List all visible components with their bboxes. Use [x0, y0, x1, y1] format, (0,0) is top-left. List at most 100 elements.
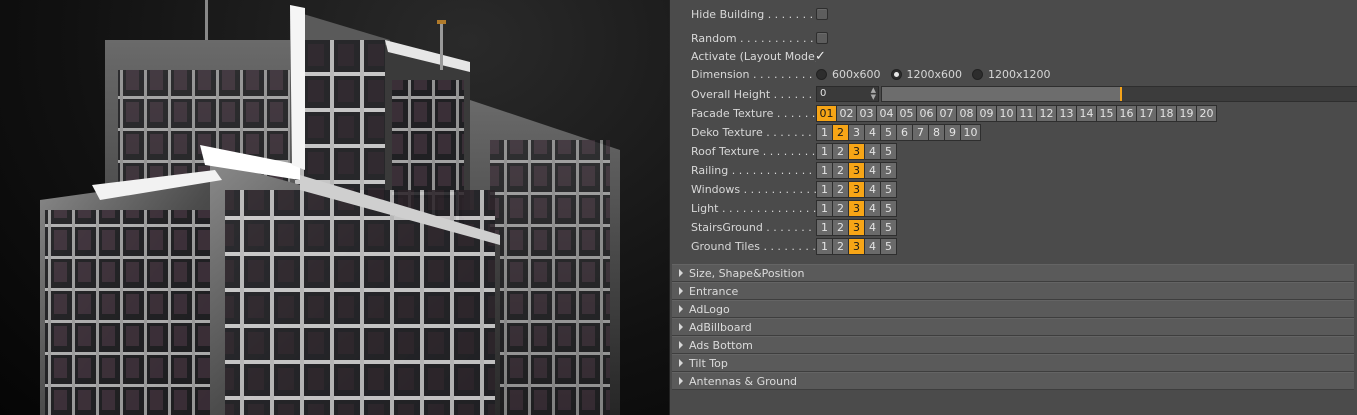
stairs-ground-option-button[interactable]: 5 — [881, 219, 896, 235]
light-option-button[interactable]: 4 — [865, 200, 880, 216]
dimension-radio-group: 600x600 1200x600 1200x1200 — [816, 68, 1061, 81]
windows-option-button[interactable]: 3 — [849, 181, 864, 197]
deko-texture-option-button[interactable]: 2 — [833, 124, 848, 140]
deko-texture-option-button[interactable]: 1 — [817, 124, 832, 140]
facade-texture-option-button[interactable]: 03 — [857, 105, 876, 121]
stairs-ground-option-button[interactable]: 1 — [817, 219, 832, 235]
facade-texture-option-button[interactable]: 13 — [1057, 105, 1076, 121]
facade-texture-option-button[interactable]: 08 — [957, 105, 976, 121]
light-option-button[interactable]: 3 — [849, 200, 864, 216]
deko-texture-option-button[interactable]: 3 — [849, 124, 864, 140]
section-tilt-top[interactable]: Tilt Top — [672, 354, 1354, 372]
railing-option-button[interactable]: 1 — [817, 162, 832, 178]
deko-texture-option-button[interactable]: 4 — [865, 124, 880, 140]
roof-texture-option-button[interactable]: 5 — [881, 143, 896, 159]
section-adlogo[interactable]: AdLogo — [672, 300, 1354, 318]
facade-texture-option-button[interactable]: 16 — [1117, 105, 1136, 121]
section-title: Antennas & Ground — [689, 374, 798, 388]
roof-texture-option-button[interactable]: 3 — [849, 143, 864, 159]
facade-texture-option-button[interactable]: 01 — [817, 105, 836, 121]
activate-layout-checkbox[interactable]: ✓ — [815, 49, 826, 64]
section-antennas-ground[interactable]: Antennas & Ground — [672, 372, 1354, 390]
facade-texture-option-button[interactable]: 12 — [1037, 105, 1056, 121]
deko-texture-option-button[interactable]: 6 — [897, 124, 912, 140]
roof-texture-option-button[interactable]: 1 — [817, 143, 832, 159]
random-row: Random . . . . . . . . . . . . . — [691, 29, 828, 47]
light-label: Light . . . . . . . . . . . . . . — [691, 201, 816, 215]
ground-tiles-option-button[interactable]: 1 — [817, 238, 832, 254]
random-label: Random . . . . . . . . . . . . . — [691, 31, 816, 45]
radio-icon — [816, 68, 827, 80]
roof-texture-option-button[interactable]: 2 — [833, 143, 848, 159]
section-title: AdBillboard — [689, 320, 752, 334]
facade-texture-option-button[interactable]: 04 — [877, 105, 896, 121]
stairs-ground-option-button[interactable]: 3 — [849, 219, 864, 235]
roof-texture-row: Roof Texture . . . . . . . . 12345 — [691, 142, 897, 160]
section-size-shape-position[interactable]: Size, Shape&Position — [672, 264, 1354, 282]
roof-texture-label: Roof Texture . . . . . . . . — [691, 144, 816, 158]
ground-tiles-option-button[interactable]: 5 — [881, 238, 896, 254]
deko-texture-option-button[interactable]: 10 — [961, 124, 980, 140]
light-option-button[interactable]: 5 — [881, 200, 896, 216]
section-entrance[interactable]: Entrance — [672, 282, 1354, 300]
deko-texture-buttons: 1 2 3 4 5 6 7 8 9 10 — [816, 123, 981, 141]
windows-option-button[interactable]: 4 — [865, 181, 880, 197]
dimension-option-label: 600x600 — [832, 67, 881, 81]
stairs-ground-option-button[interactable]: 2 — [833, 219, 848, 235]
spinner-arrows-icon[interactable]: ▲ ▼ — [871, 87, 876, 101]
facade-texture-option-button[interactable]: 06 — [917, 105, 936, 121]
facade-texture-option-button[interactable]: 05 — [897, 105, 916, 121]
light-option-button[interactable]: 1 — [817, 200, 832, 216]
expand-triangle-icon — [679, 269, 683, 277]
dimension-option-1200x1200[interactable]: 1200x1200 — [972, 68, 1051, 81]
windows-label: Windows . . . . . . . . . . . — [691, 182, 816, 196]
windows-buttons: 12345 — [816, 180, 897, 198]
render-viewport — [0, 0, 670, 415]
stairs-ground-option-button[interactable]: 4 — [865, 219, 880, 235]
random-checkbox[interactable] — [816, 32, 828, 44]
windows-option-button[interactable]: 1 — [817, 181, 832, 197]
deko-texture-option-button[interactable]: 7 — [913, 124, 928, 140]
light-option-button[interactable]: 2 — [833, 200, 848, 216]
overall-height-input[interactable]: 0 ▲ ▼ — [816, 86, 879, 102]
dimension-row: Dimension . . . . . . . . . . 600x600 12… — [691, 65, 1061, 83]
facade-texture-option-button[interactable]: 14 — [1077, 105, 1096, 121]
facade-texture-option-button[interactable]: 09 — [977, 105, 996, 121]
ground-tiles-option-button[interactable]: 4 — [865, 238, 880, 254]
deko-texture-label: Deko Texture . . . . . . . . — [691, 125, 816, 139]
deko-texture-option-button[interactable]: 5 — [881, 124, 896, 140]
facade-texture-option-button[interactable]: 19 — [1177, 105, 1196, 121]
expand-triangle-icon — [679, 377, 683, 385]
slider-handle[interactable] — [1120, 87, 1122, 101]
railing-option-button[interactable]: 2 — [833, 162, 848, 178]
ground-tiles-option-button[interactable]: 3 — [849, 238, 864, 254]
roof-texture-option-button[interactable]: 4 — [865, 143, 880, 159]
facade-texture-option-button[interactable]: 18 — [1157, 105, 1176, 121]
facade-texture-option-button[interactable]: 10 — [997, 105, 1016, 121]
facade-texture-option-button[interactable]: 20 — [1197, 105, 1216, 121]
railing-option-button[interactable]: 5 — [881, 162, 896, 178]
railing-option-button[interactable]: 3 — [849, 162, 864, 178]
facade-texture-option-button[interactable]: 11 — [1017, 105, 1036, 121]
expand-triangle-icon — [679, 323, 683, 331]
deko-texture-option-button[interactable]: 9 — [945, 124, 960, 140]
dimension-option-1200x600[interactable]: 1200x600 — [890, 68, 962, 81]
facade-texture-option-button[interactable]: 07 — [937, 105, 956, 121]
light-row: Light . . . . . . . . . . . . . . 12345 — [691, 199, 897, 217]
railing-option-button[interactable]: 4 — [865, 162, 880, 178]
facade-texture-option-button[interactable]: 02 — [837, 105, 856, 121]
dimension-option-600x600[interactable]: 600x600 — [816, 68, 881, 81]
section-title: AdLogo — [689, 302, 730, 316]
section-ads-bottom[interactable]: Ads Bottom — [672, 336, 1354, 354]
expand-triangle-icon — [679, 341, 683, 349]
section-adbillboard[interactable]: AdBillboard — [672, 318, 1354, 336]
facade-texture-option-button[interactable]: 17 — [1137, 105, 1156, 121]
hide-building-checkbox[interactable] — [816, 8, 828, 20]
facade-texture-option-button[interactable]: 15 — [1097, 105, 1116, 121]
overall-height-slider[interactable] — [881, 86, 1357, 102]
windows-option-button[interactable]: 5 — [881, 181, 896, 197]
ground-tiles-option-button[interactable]: 2 — [833, 238, 848, 254]
windows-option-button[interactable]: 2 — [833, 181, 848, 197]
deko-texture-option-button[interactable]: 8 — [929, 124, 944, 140]
radio-selected-icon — [890, 68, 902, 80]
